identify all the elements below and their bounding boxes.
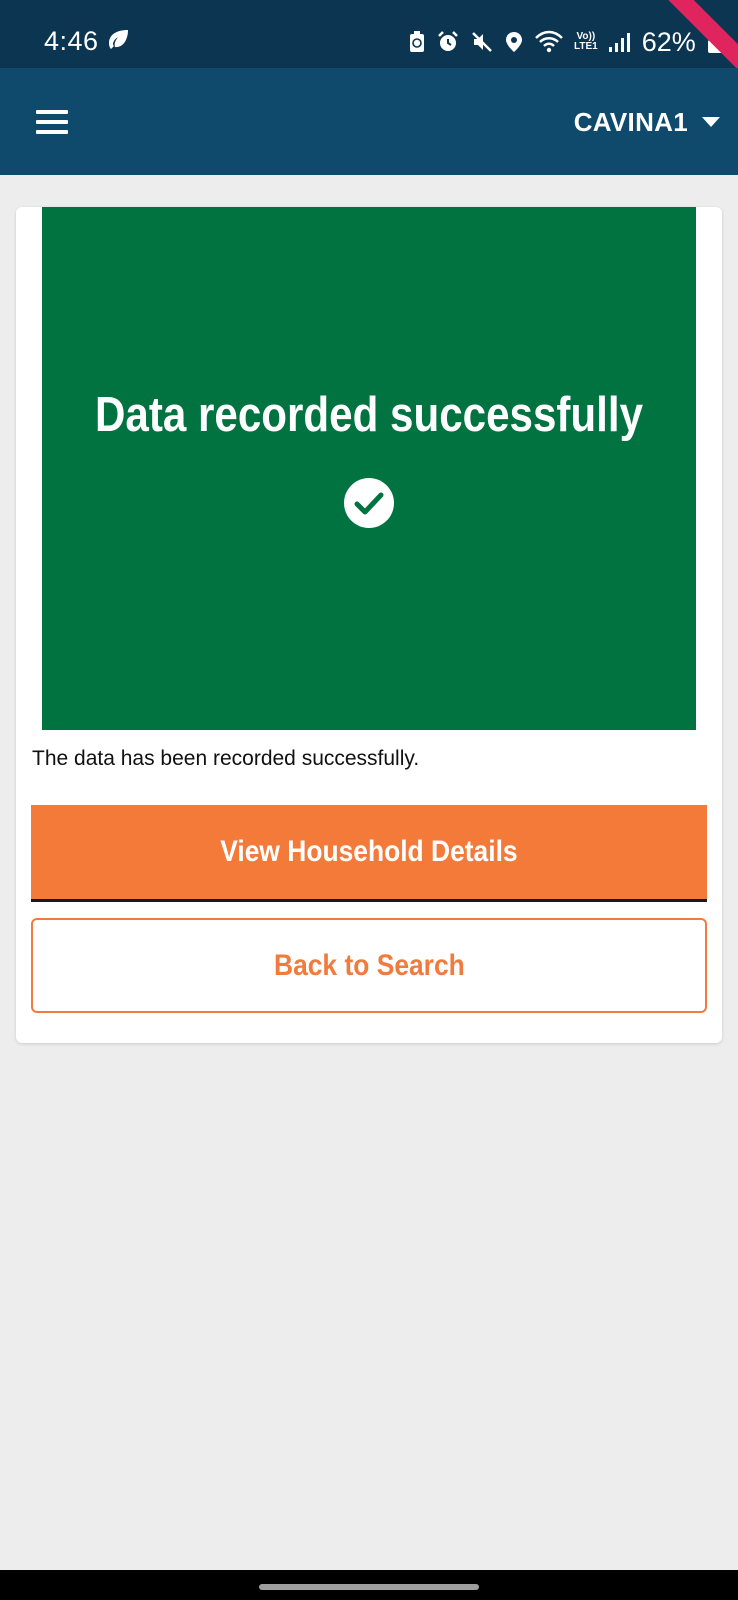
- signal-icon: [608, 33, 630, 52]
- mute-icon: [472, 32, 492, 52]
- location-icon: [506, 32, 522, 52]
- battery-percent: 62%: [641, 26, 696, 57]
- back-to-search-button[interactable]: Back to Search: [31, 918, 707, 1013]
- view-household-details-label: View Household Details: [220, 835, 518, 868]
- back-to-search-label: Back to Search: [273, 948, 465, 982]
- caret-down-icon: [702, 117, 720, 127]
- user-selector[interactable]: CAVINA1: [574, 102, 720, 142]
- status-bar: 4:46 Vo)) LTE1 62%: [0, 0, 738, 79]
- lte-indicator: Vo)) LTE1: [574, 32, 598, 52]
- success-message: The data has been recorded successfully.: [32, 747, 420, 770]
- alarm-icon: [438, 31, 458, 51]
- status-time: 4:46: [44, 26, 99, 56]
- success-panel: Data recorded successfully: [42, 207, 696, 730]
- wifi-icon: [535, 30, 563, 53]
- lte-label: LTE1: [574, 41, 598, 52]
- home-indicator[interactable]: [259, 1584, 479, 1590]
- leaf-icon: [109, 30, 128, 49]
- app-bar: CAVINA1: [0, 68, 738, 175]
- user-name: CAVINA1: [573, 106, 688, 137]
- view-household-details-button[interactable]: View Household Details: [31, 805, 707, 902]
- menu-icon[interactable]: [30, 104, 74, 140]
- check-circle-icon: [344, 478, 394, 528]
- battery-saver-icon: [410, 31, 424, 52]
- success-title: Data recorded successfully: [94, 388, 644, 442]
- status-icons: Vo)) LTE1 62%: [408, 26, 728, 57]
